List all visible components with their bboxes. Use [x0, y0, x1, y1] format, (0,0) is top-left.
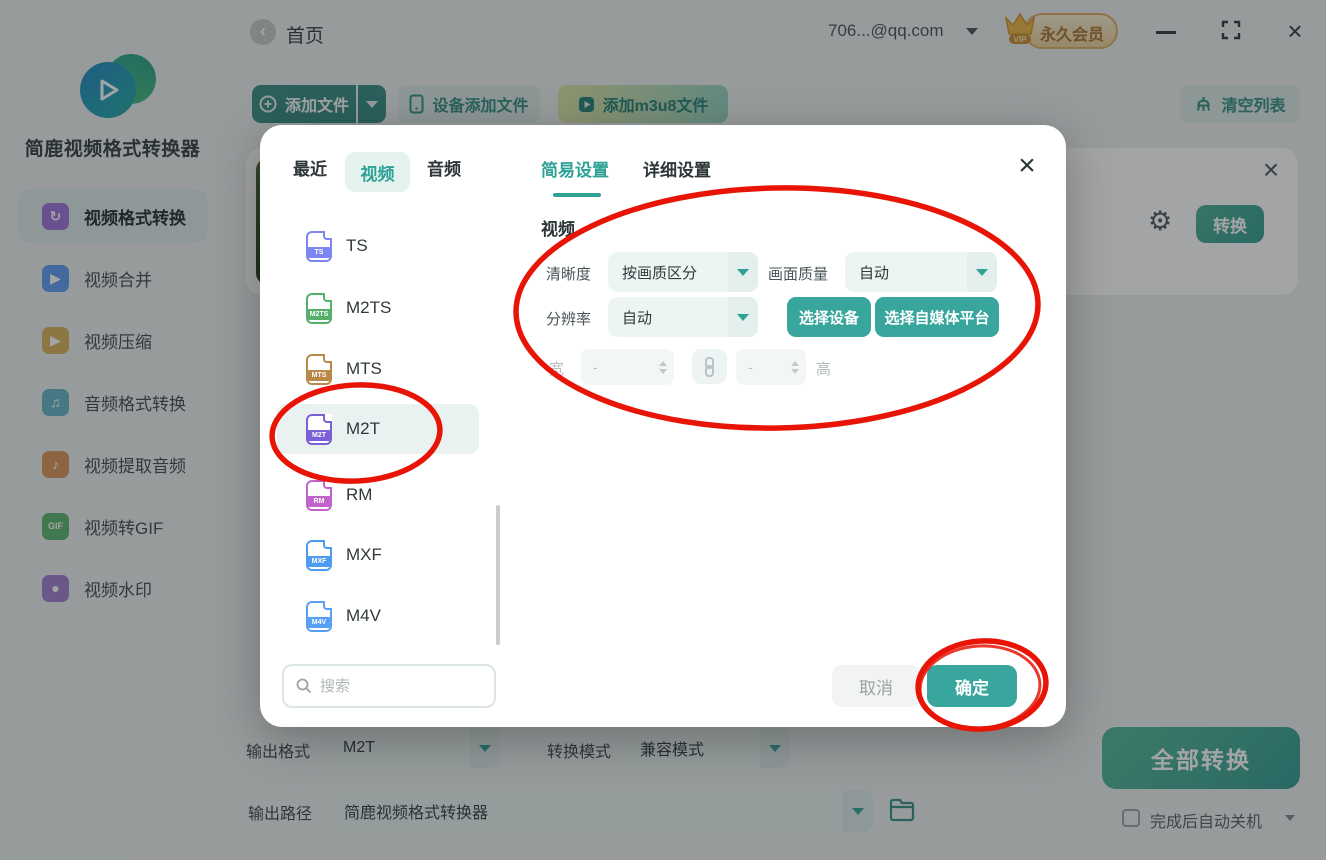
- format-label: MTS: [346, 359, 382, 378]
- chevron-down-icon: [967, 252, 997, 292]
- clarity-label: 清晰度: [546, 266, 592, 283]
- quality-select[interactable]: 自动: [845, 252, 997, 292]
- resolution-value: 自动: [622, 309, 653, 327]
- format-item-m2t-selected[interactable]: M2T M2T: [277, 404, 479, 454]
- format-item-mts[interactable]: MTS MTS: [277, 344, 479, 394]
- file-format-icon: TS: [306, 230, 332, 262]
- stepper-arrows-icon[interactable]: [784, 360, 806, 374]
- stepper-arrows-icon[interactable]: [652, 360, 674, 374]
- format-item-mxf[interactable]: MXF MXF: [277, 530, 479, 580]
- format-list-scrollbar[interactable]: [496, 220, 500, 650]
- width-label: 宽: [549, 361, 565, 378]
- tab-video-active[interactable]: 视频: [345, 152, 410, 192]
- tab-simple-settings-active[interactable]: 简易设置: [541, 156, 609, 181]
- tab-recent[interactable]: 最近: [293, 155, 327, 180]
- cancel-button[interactable]: 取消: [832, 665, 920, 707]
- select-device-button[interactable]: 选择设备: [787, 297, 871, 337]
- video-section-heading: 视频: [541, 220, 575, 239]
- format-label: TS: [346, 236, 368, 255]
- resolution-label: 分辨率: [546, 311, 592, 328]
- format-item-ts[interactable]: TS TS: [277, 221, 479, 271]
- file-format-icon: M2T: [306, 413, 332, 445]
- format-item-m2ts[interactable]: M2TS M2TS: [277, 283, 479, 333]
- search-input[interactable]: [320, 677, 460, 695]
- quality-label: 画面质量: [768, 266, 829, 283]
- quality-value: 自动: [859, 264, 890, 282]
- format-settings-modal: 最近 视频 音频 TS TS M2TS M2TS MTS MTS M2T M2T…: [260, 125, 1066, 727]
- width-stepper[interactable]: -: [581, 349, 674, 385]
- format-label: RM: [346, 485, 373, 504]
- format-item-rm[interactable]: RM RM: [277, 470, 479, 520]
- format-item-m4v[interactable]: M4V M4V: [277, 591, 479, 641]
- search-icon: [296, 678, 312, 694]
- confirm-button[interactable]: 确定: [927, 665, 1017, 707]
- scrollbar-thumb[interactable]: [496, 505, 500, 645]
- active-tab-underline: [553, 193, 601, 197]
- chevron-down-icon: [728, 252, 758, 292]
- chevron-down-icon: [728, 297, 758, 337]
- width-value: -: [593, 359, 598, 375]
- app-window: ‹ 首页 706...@qq.com 永久会员 VIP × 简鹿视频格式转换器 …: [0, 0, 1326, 860]
- clarity-value: 按画质区分: [622, 264, 698, 282]
- clarity-select[interactable]: 按画质区分: [608, 252, 758, 292]
- tab-detailed-settings[interactable]: 详细设置: [643, 156, 711, 181]
- modal-close-icon[interactable]: ×: [1012, 149, 1042, 183]
- select-media-platform-button[interactable]: 选择自媒体平台: [875, 297, 999, 337]
- height-value: -: [748, 359, 753, 375]
- file-format-icon: RM: [306, 479, 332, 511]
- format-label: M4V: [346, 606, 381, 625]
- file-format-icon: MTS: [306, 353, 332, 385]
- height-stepper[interactable]: -: [736, 349, 806, 385]
- file-format-icon: MXF: [306, 539, 332, 571]
- aspect-link-icon[interactable]: [692, 349, 727, 384]
- file-format-icon: M4V: [306, 600, 332, 632]
- format-label: M2T: [346, 419, 380, 438]
- format-label: M2TS: [346, 298, 392, 317]
- tab-audio[interactable]: 音频: [427, 155, 461, 180]
- format-search[interactable]: [282, 664, 496, 708]
- resolution-select[interactable]: 自动: [608, 297, 758, 337]
- height-label: 高: [816, 361, 832, 378]
- file-format-icon: M2TS: [306, 292, 332, 324]
- format-label: MXF: [346, 545, 382, 564]
